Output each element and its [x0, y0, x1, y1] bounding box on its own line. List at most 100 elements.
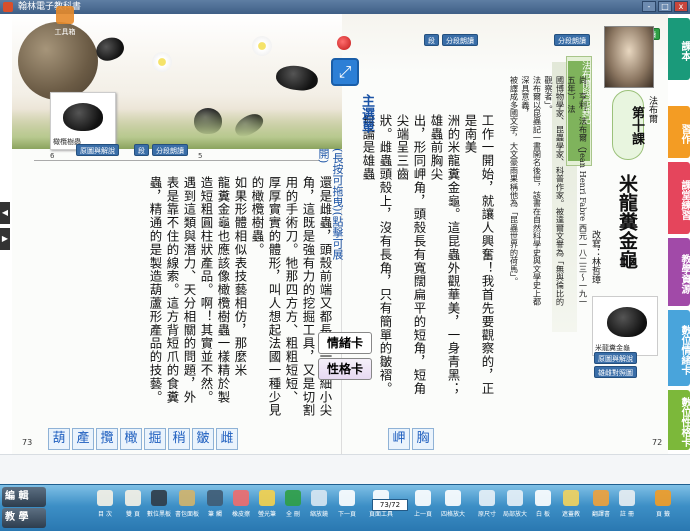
toc-button[interactable]: 目 次 — [90, 488, 120, 530]
vocab-char[interactable]: 稍 — [168, 428, 190, 450]
tab-practice[interactable]: 課堂練習 — [668, 162, 690, 234]
tab-personality-card[interactable]: 數位性格卡 — [668, 390, 690, 450]
close-button[interactable]: x — [674, 1, 688, 12]
main-menu[interactable]: ⤢ 主選單 (長按可拖曳)(點擊可展開) — [317, 36, 374, 260]
tab-textbook[interactable]: 課本 — [668, 18, 690, 80]
prev-page-icon — [415, 490, 431, 506]
vocab-char[interactable]: 雌 — [216, 428, 238, 450]
lesson-number: 第十課 — [612, 90, 644, 160]
note-column: 法布爾以昆蟲記一書開名後世，該書在自然科學史與文學史上都深具意義， — [520, 76, 543, 306]
register-button[interactable]: 註 冊 — [612, 488, 642, 530]
vocab-char[interactable]: 掘 — [144, 428, 166, 450]
original-size-button[interactable]: 原尺寸 — [472, 488, 502, 530]
main-menu-hint: (長按可拖曳)(點擊可展開) — [317, 148, 344, 260]
page-footer — [0, 454, 690, 484]
emotion-card-button[interactable]: 情緒卡 — [318, 332, 372, 354]
author-portrait — [604, 26, 654, 88]
lesson-title: 米龍糞金龜 — [616, 174, 638, 269]
partial-zoom-icon — [507, 490, 523, 506]
ruler-mark: 5 — [198, 152, 203, 160]
left-body-text: 還是雌蟲，頭殼前端又都長出一對細小尖 角，這既是強有力的挖掘工具，又是切割 用的… — [34, 176, 334, 426]
tab-workbook[interactable]: 習作 — [668, 106, 690, 158]
bookmark-icon — [655, 490, 671, 506]
next-page-button[interactable]: 下一頁 — [332, 488, 362, 530]
flower-image — [252, 36, 272, 56]
mask-label: 遮蓋教 — [561, 511, 580, 518]
magnifier-button[interactable]: 縮放鏡 — [304, 488, 334, 530]
whiteboard-button[interactable]: 白 板 — [528, 488, 558, 530]
vocab-char[interactable]: 皺 — [192, 428, 214, 450]
quad-zoom-button[interactable]: 四格放大 — [438, 488, 468, 530]
specimen-photo[interactable]: 橄欖樹蟲 — [50, 92, 116, 150]
paragraph-read-button[interactable]: 分段朗讀 — [442, 34, 478, 46]
mask-button[interactable]: 遮蓋教 — [556, 488, 586, 530]
expand-icon[interactable]: ⤢ — [331, 58, 359, 86]
whiteboard-label: 白 板 — [536, 511, 550, 518]
paragraph-read-button[interactable]: 分段朗讀 — [152, 144, 188, 156]
vocab-char[interactable]: 岬 — [388, 428, 410, 450]
text-column: 工作一開始，就讓人興奮！我首先要觀察的，正是南美 — [463, 114, 495, 396]
tab-emotion-card[interactable]: 數位情緒卡 — [668, 310, 690, 386]
vocab-char[interactable]: 葫 — [48, 428, 70, 450]
translate-icon — [593, 490, 609, 506]
page-number: 72 — [652, 438, 663, 447]
right-page: 段 分段朗讀 分段朗讀 課文朗讀 工作一開始，就讓人興奮！我首先要觀察的，正是南… — [342, 14, 668, 454]
app-icon — [3, 2, 13, 12]
whiteboard-icon — [535, 490, 551, 506]
page-indicator[interactable]: 73/72 — [372, 499, 408, 511]
maximize-button[interactable]: □ — [658, 1, 672, 12]
highlighter-icon — [259, 490, 275, 506]
compare-button[interactable]: 雄雌對照圖 — [594, 366, 637, 378]
vocab-char[interactable]: 產 — [72, 428, 94, 450]
text-column: 用的手術刀。牠那四方方、粗粗短短、 — [284, 176, 299, 404]
explain-button[interactable]: 原圖與解說 — [76, 144, 119, 156]
register-icon — [619, 490, 635, 506]
note-column: 國博物學家、昆蟲學家、科普作家。被達爾文譽為「無與倫比的觀察者」。 — [543, 76, 566, 306]
edit-button[interactable]: 編 輯 — [2, 487, 46, 507]
magnifier-icon — [311, 490, 327, 506]
quad-zoom-icon — [445, 490, 461, 506]
vocab-char[interactable]: 胸 — [412, 428, 434, 450]
original-size-label: 原尺寸 — [477, 511, 496, 518]
side-tabs: 課本 習作 課堂練習 教學資源 數位情緒卡 數位性格卡 — [668, 14, 690, 454]
next-page-icon — [339, 490, 355, 506]
toolbox-label: 工具箱 — [54, 28, 76, 36]
ruler-mark: 6 — [50, 152, 55, 160]
title-bar: 翰林電子教科書 - □ x — [0, 0, 690, 14]
window-controls: - □ x — [642, 1, 688, 12]
vocab-char[interactable]: 攬 — [96, 428, 118, 450]
quad-zoom-label: 四格放大 — [440, 511, 465, 518]
beetle-image — [93, 33, 127, 65]
pen-icon — [207, 490, 223, 506]
blackboard-button[interactable]: 數位黑板 — [144, 488, 174, 530]
left-tools: 編 輯 教 學 — [0, 486, 48, 530]
next-page-arrow[interactable]: ▶ — [0, 228, 10, 250]
prev-page-button[interactable]: 上一頁 — [408, 488, 438, 530]
bag-panel-button[interactable]: 書包面板 — [172, 488, 202, 530]
paragraph-button[interactable]: 段 — [424, 34, 439, 46]
toc-label: 目 次 — [98, 511, 112, 518]
personality-card-button[interactable]: 性格卡 — [318, 358, 372, 380]
paragraph-read-button[interactable]: 分段朗讀 — [554, 34, 590, 46]
mask-icon — [563, 490, 579, 506]
explain-button[interactable]: 原圖與解說 — [594, 352, 637, 364]
minimize-button[interactable]: - — [642, 1, 656, 12]
teach-button[interactable]: 教 學 — [2, 508, 46, 528]
tab-resources[interactable]: 教學資源 — [668, 238, 690, 306]
flower-image — [152, 52, 172, 72]
paragraph-button[interactable]: 段 — [134, 144, 149, 156]
text-column: 洲的米龍糞金龜。這昆蟲外觀華美，一身青黑；雄蟲前胸尖 — [429, 114, 461, 396]
magnifier-label: 縮放鏡 — [309, 511, 328, 518]
toolbox-button[interactable]: 工具箱 — [50, 4, 80, 46]
specimen-photo[interactable]: 米龍糞金龜 — [592, 296, 658, 356]
translate-label: 翻譯書 — [591, 511, 610, 518]
double-page-icon — [125, 490, 141, 506]
bookmark-button[interactable]: 頁 籤 — [648, 488, 678, 530]
partial-zoom-button[interactable]: 局部放大 — [500, 488, 530, 530]
text-column: 如果形體相似表技藝相仿，那麼米 — [233, 176, 248, 377]
author-name: 法布爾 — [647, 96, 657, 123]
vocab-char[interactable]: 橄 — [120, 428, 142, 450]
bookmark-label: 頁 籤 — [656, 511, 670, 518]
prev-page-arrow[interactable]: ◀ — [0, 202, 10, 224]
bag-panel-icon — [179, 490, 195, 506]
